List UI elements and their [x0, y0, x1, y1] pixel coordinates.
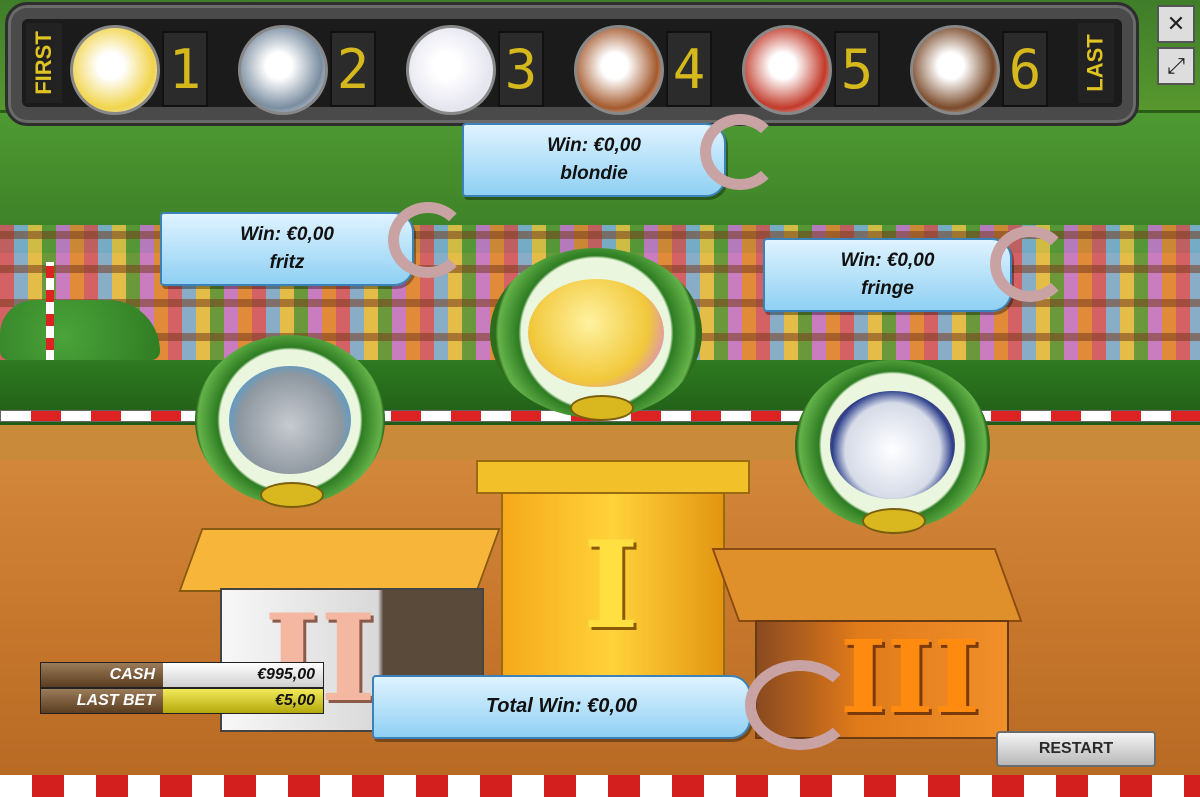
- horse-fritz-avatar: [229, 365, 351, 475]
- medal-first: [490, 248, 702, 418]
- horseshoe-icon: [745, 660, 855, 750]
- banner-second-name: fritz: [269, 252, 305, 273]
- slot-place-number: 1: [162, 31, 208, 107]
- slot-avatar-fringe: [406, 25, 496, 115]
- horseshoe-icon: [388, 202, 468, 278]
- last-label: LAST: [1078, 23, 1114, 103]
- medal-third: [795, 360, 990, 530]
- race-scene: FIRST LAST 1 2 3 4 5 6 ✕ ⤢ Win: €0,00 blondie…: [0, 0, 1200, 797]
- banner-third-name: fringe: [861, 278, 914, 299]
- horse-blondie-avatar: [528, 278, 664, 388]
- banner-first-name: blondie: [560, 163, 628, 184]
- banner-third: Win: €0,00 fringe: [763, 238, 1012, 312]
- banner-first-win: Win: €0,00: [547, 135, 641, 156]
- slot-avatar-fritz: [238, 25, 328, 115]
- close-icon[interactable]: ✕: [1157, 5, 1195, 43]
- medal-ribbon: [570, 395, 634, 421]
- first-label: FIRST: [26, 23, 62, 103]
- podium-third-numeral: III: [839, 618, 981, 736]
- results-bar: FIRST LAST 1 2 3 4 5 6: [5, 2, 1139, 126]
- horseshoe-icon: [700, 114, 780, 190]
- total-win-text: Total Win: €0,00: [485, 695, 638, 717]
- horseshoe-icon: [990, 226, 1070, 302]
- slot-place-number: 6: [1002, 31, 1048, 107]
- slot-avatar-horse-5: [742, 25, 832, 115]
- slot-place-number: 4: [666, 31, 712, 107]
- restart-button[interactable]: RESTART: [996, 731, 1156, 767]
- last-bet-row: LAST BET €5,00: [40, 688, 324, 714]
- slot-place-number: 3: [498, 31, 544, 107]
- medal-ribbon: [260, 482, 324, 508]
- horse-fringe-avatar: [830, 390, 955, 500]
- cash-row: CASH €995,00: [40, 662, 324, 688]
- slot-avatar-horse-4: [574, 25, 664, 115]
- bottom-rail: [0, 775, 1200, 797]
- medal-ribbon: [862, 508, 926, 534]
- window-controls: ✕ ⤢: [1157, 5, 1195, 85]
- total-win-banner: Total Win: €0,00: [372, 675, 751, 739]
- slot-avatar-blondie: [70, 25, 160, 115]
- slot-place-number: 5: [834, 31, 880, 107]
- podium-first: I: [476, 460, 750, 684]
- podium-third-top: [711, 548, 1023, 622]
- slot-place-number: 2: [330, 31, 376, 107]
- cash-label: CASH: [41, 663, 163, 687]
- resize-icon[interactable]: ⤢: [1157, 47, 1195, 85]
- banner-second: Win: €0,00 fritz: [160, 212, 414, 286]
- medal-second: [195, 335, 385, 505]
- podium-first-top: [476, 460, 750, 494]
- last-bet-label: LAST BET: [41, 689, 163, 713]
- banner-first: Win: €0,00 blondie: [462, 123, 726, 197]
- podium-first-numeral: I: [582, 515, 640, 656]
- slot-avatar-horse-6: [910, 25, 1000, 115]
- bush: [0, 300, 160, 360]
- last-bet-value: €5,00: [163, 689, 323, 713]
- cash-value: €995,00: [163, 663, 323, 687]
- banner-third-win: Win: €0,00: [840, 250, 935, 271]
- finish-pole: [46, 262, 54, 362]
- podium-second-top: [178, 528, 501, 592]
- banner-second-win: Win: €0,00: [240, 224, 334, 245]
